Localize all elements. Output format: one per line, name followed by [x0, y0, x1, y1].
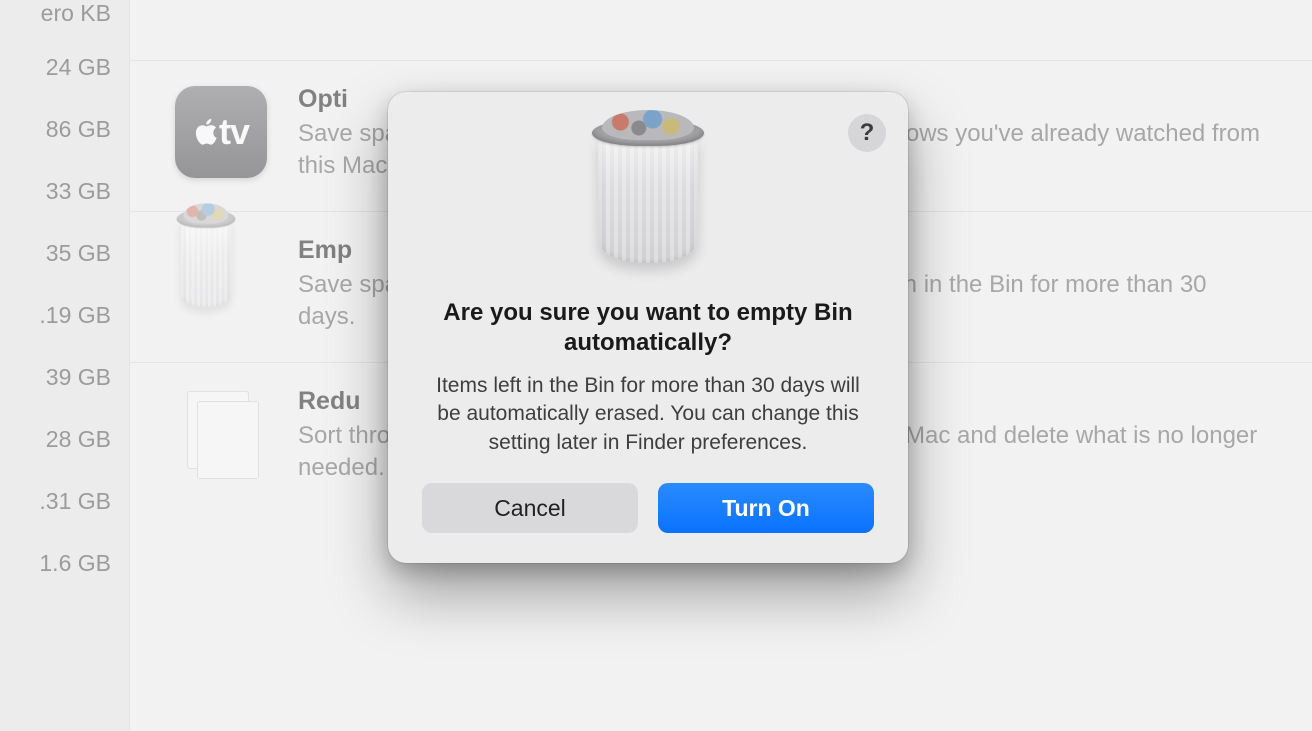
sidebar-size-4[interactable]: 35 GB	[0, 222, 129, 284]
sidebar-size-label: .31 GB	[39, 488, 111, 515]
sidebar-size-0[interactable]: ero KB	[0, 0, 129, 36]
trash-icon	[578, 120, 718, 280]
sidebar-size-label: 35 GB	[46, 240, 111, 267]
tv-text: tv	[219, 111, 249, 153]
dialog-description: Items left in the Bin for more than 30 d…	[422, 372, 874, 457]
sidebar-size-1[interactable]: 24 GB	[0, 36, 129, 98]
sidebar-size-label: 28 GB	[46, 426, 111, 453]
sidebar-size-3[interactable]: 33 GB	[0, 160, 129, 222]
turn-on-button[interactable]: Turn On	[658, 483, 874, 533]
cancel-button[interactable]: Cancel	[422, 483, 638, 533]
apple-logo-icon	[193, 117, 219, 147]
dialog-title: Are you sure you want to empty Bin autom…	[422, 298, 874, 358]
sidebar-size-label: ero KB	[41, 0, 111, 27]
sidebar-size-8[interactable]: .31 GB	[0, 470, 129, 532]
sidebar-size-label: 86 GB	[46, 116, 111, 143]
sidebar: ero KB 24 GB 86 GB 33 GB 35 GB .19 GB 39…	[0, 0, 130, 731]
sidebar-size-label: 1.6 GB	[39, 550, 111, 577]
dialog-button-row: Cancel Turn On	[422, 483, 874, 533]
sidebar-size-label: 24 GB	[46, 54, 111, 81]
empty-bin-confirm-dialog: ? Are you sure you want to empty Bin aut…	[388, 92, 908, 563]
documents-icon	[174, 387, 268, 481]
sidebar-size-label: 39 GB	[46, 364, 111, 391]
help-icon: ?	[860, 119, 875, 147]
sidebar-size-6[interactable]: 39 GB	[0, 346, 129, 408]
sidebar-size-2[interactable]: 86 GB	[0, 98, 129, 160]
help-button[interactable]: ?	[848, 114, 886, 152]
sidebar-size-label: .19 GB	[39, 302, 111, 329]
trash-icon	[174, 236, 268, 330]
sidebar-size-5[interactable]: .19 GB	[0, 284, 129, 346]
apple-tv-icon: tv	[174, 85, 268, 179]
sidebar-size-7[interactable]: 28 GB	[0, 408, 129, 470]
sidebar-size-label: 33 GB	[46, 178, 111, 205]
sidebar-size-9[interactable]: 1.6 GB	[0, 532, 129, 594]
